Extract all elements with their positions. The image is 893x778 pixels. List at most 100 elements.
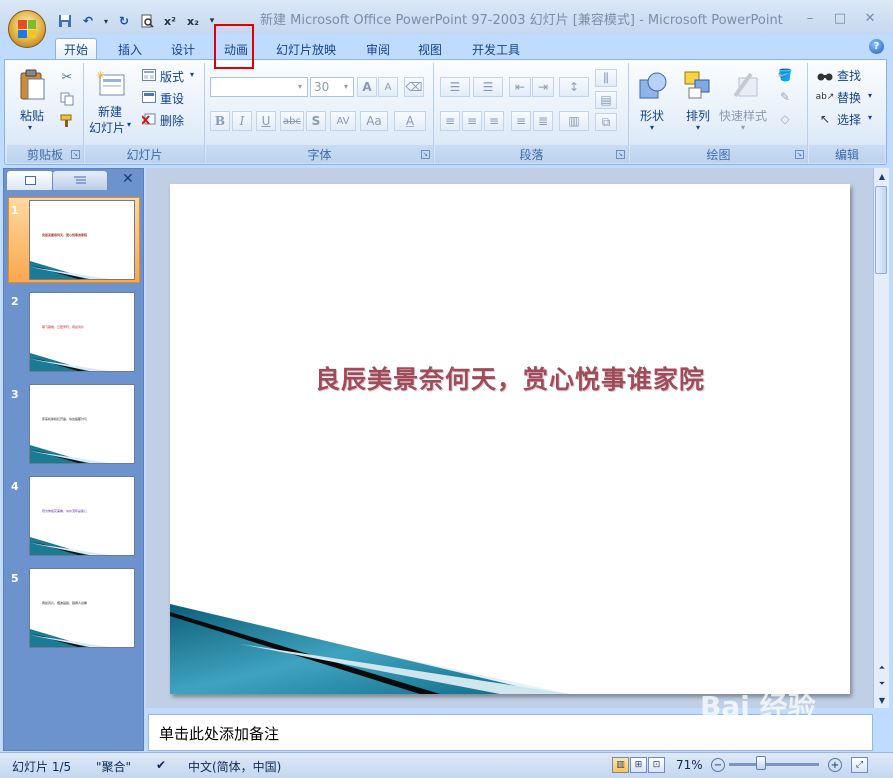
next-slide-icon[interactable]: ⏷ xyxy=(874,676,890,692)
decrease-indent-icon[interactable]: ⇤ xyxy=(509,77,531,97)
paste-label[interactable]: 粘贴 xyxy=(20,107,44,124)
undo-icon[interactable]: ↶ xyxy=(79,12,97,30)
tab-developer[interactable]: 开发工具 xyxy=(464,38,528,60)
undo-dropdown-icon[interactable]: ▾ xyxy=(102,12,110,30)
maximize-button[interactable]: □ xyxy=(825,8,855,28)
copy-icon[interactable] xyxy=(59,91,75,107)
align-center-icon[interactable]: ≡ xyxy=(462,111,482,131)
slide-thumbnail[interactable]: 雨丝风片，烟波画船，锦屏人忒看 xyxy=(29,568,135,648)
zoom-level[interactable]: 71% xyxy=(676,758,703,772)
shapes-dropdown-icon[interactable]: ▾ xyxy=(650,123,654,132)
new-slide-label-2[interactable]: 幻灯片 xyxy=(89,119,125,136)
paste-dropdown-icon[interactable]: ▾ xyxy=(28,123,32,132)
quick-styles-icon[interactable] xyxy=(730,69,762,101)
shape-effects-icon[interactable]: ◇ xyxy=(776,111,794,127)
paragraph-dialog-launcher-icon[interactable]: ↘ xyxy=(616,150,625,159)
language-indicator[interactable]: 中文(简体，中国) xyxy=(188,758,281,775)
clear-format-icon[interactable]: ⌫ xyxy=(404,77,424,97)
tab-review[interactable]: 审阅 xyxy=(358,38,398,60)
close-pane-icon[interactable]: ✕ xyxy=(122,171,134,187)
new-slide-label[interactable]: 新建 xyxy=(98,103,122,120)
new-slide-icon[interactable]: ✳ xyxy=(95,68,127,100)
close-button[interactable]: ✕ xyxy=(855,8,885,28)
shrink-font-button[interactable]: A xyxy=(378,77,398,97)
office-button[interactable] xyxy=(8,10,46,48)
select-label[interactable]: 选择 xyxy=(837,111,861,128)
quick-styles-label[interactable]: 快速样式 xyxy=(719,107,767,124)
align-text-icon[interactable]: ▤ xyxy=(595,91,617,109)
change-case-button[interactable]: Aa xyxy=(360,111,388,131)
text-direction-icon[interactable]: ⫼ xyxy=(595,69,617,87)
zoom-out-button[interactable]: − xyxy=(711,758,725,772)
replace-dropdown-icon[interactable]: ▾ xyxy=(868,91,872,100)
bold-button[interactable]: B xyxy=(210,111,230,131)
tab-home[interactable]: 开始 xyxy=(55,38,98,60)
font-dialog-launcher-icon[interactable]: ↘ xyxy=(421,150,430,159)
italic-button[interactable]: I xyxy=(232,111,252,131)
select-dropdown-icon[interactable]: ▾ xyxy=(868,113,872,122)
slide-thumbnail[interactable]: 则为你如花美眷，似水流年是答儿 xyxy=(29,476,135,556)
shape-outline-icon[interactable]: ✎ xyxy=(776,89,794,105)
replace-icon[interactable]: ab↗ xyxy=(816,89,835,105)
quick-styles-dropdown-icon[interactable]: ▾ xyxy=(741,123,745,132)
select-cursor-icon[interactable]: ↖ xyxy=(817,111,833,127)
fit-to-window-icon[interactable]: ⤢ xyxy=(851,757,868,773)
shape-fill-icon[interactable]: 🪣 xyxy=(776,67,794,83)
arrange-dropdown-icon[interactable]: ▾ xyxy=(696,123,700,132)
spell-check-icon[interactable]: ✔ xyxy=(156,758,166,772)
scroll-down-icon[interactable]: ▼ xyxy=(874,692,890,708)
tab-slides-view[interactable] xyxy=(6,170,54,190)
delete-slide-icon[interactable] xyxy=(141,112,156,126)
underline-button[interactable]: U xyxy=(256,111,276,131)
font-color-button[interactable]: A xyxy=(394,111,426,131)
slide-thumbnail[interactable]: 原来姹紫嫣红开遍，似这般都付与 xyxy=(29,384,135,464)
print-preview-icon[interactable] xyxy=(138,12,156,30)
align-right-icon[interactable]: ≡ xyxy=(484,111,504,131)
save-icon[interactable] xyxy=(56,12,74,30)
new-slide-dropdown-icon[interactable]: ▾ xyxy=(127,120,131,129)
bullets-icon[interactable]: ☰ xyxy=(440,77,470,97)
superscript-icon[interactable]: x² xyxy=(161,12,179,30)
tab-insert[interactable]: 插入 xyxy=(110,38,150,60)
subscript-icon[interactable]: x₂ xyxy=(184,12,202,30)
font-name-field[interactable] xyxy=(210,77,308,97)
replace-label[interactable]: 替换 xyxy=(837,89,861,106)
minimize-button[interactable]: – xyxy=(795,8,825,28)
align-left-icon[interactable]: ≡ xyxy=(440,111,460,131)
justify-icon[interactable]: ≡ xyxy=(511,111,531,131)
paste-icon[interactable] xyxy=(17,68,47,102)
distribute-icon[interactable]: ≣ xyxy=(533,111,553,131)
shapes-icon[interactable] xyxy=(638,71,668,101)
columns-icon[interactable]: ▥ xyxy=(559,111,589,131)
redo-icon[interactable]: ↻ xyxy=(115,12,133,30)
tab-view[interactable]: 视图 xyxy=(410,38,450,60)
cut-icon[interactable]: ✂ xyxy=(59,69,75,85)
normal-view-icon[interactable]: ▥ xyxy=(612,757,629,773)
char-spacing-button[interactable]: AV xyxy=(330,111,356,131)
line-spacing-icon[interactable]: ↕ xyxy=(559,77,589,97)
strikethrough-button[interactable]: abc xyxy=(280,111,304,131)
dialog-launcher-icon[interactable]: ↘ xyxy=(71,150,80,159)
slide-sorter-icon[interactable]: ⊞ xyxy=(630,757,647,773)
arrange-icon[interactable] xyxy=(682,69,714,101)
increase-indent-icon[interactable]: ⇥ xyxy=(532,77,554,97)
zoom-slider[interactable] xyxy=(729,763,819,766)
font-size-dropdown-icon[interactable]: ▾ xyxy=(344,82,348,91)
tab-outline-view[interactable] xyxy=(52,170,108,190)
shadow-button[interactable]: S xyxy=(306,111,326,131)
tab-design[interactable]: 设计 xyxy=(163,38,203,60)
format-painter-icon[interactable] xyxy=(59,113,75,129)
layout-icon[interactable] xyxy=(141,68,156,82)
slide-thumbnail[interactable]: 良辰美景奈何天，赏心悦事谁家院 xyxy=(29,200,135,280)
find-label[interactable]: 查找 xyxy=(837,67,861,84)
smartart-icon[interactable]: ⧉ xyxy=(595,113,617,131)
zoom-in-button[interactable]: + xyxy=(828,758,842,772)
reset-icon[interactable] xyxy=(141,90,156,104)
slideshow-view-icon[interactable]: ⊡ xyxy=(648,757,665,773)
drawing-dialog-launcher-icon[interactable]: ↘ xyxy=(795,150,804,159)
slide-thumbnail[interactable]: 朝飞暮卷，云霞翠轩，雨丝风片 xyxy=(29,292,135,372)
reset-label[interactable]: 重设 xyxy=(160,90,184,107)
shapes-label[interactable]: 形状 xyxy=(640,107,664,124)
delete-label[interactable]: 删除 xyxy=(160,112,184,129)
scroll-up-icon[interactable]: ▲ xyxy=(874,168,890,184)
